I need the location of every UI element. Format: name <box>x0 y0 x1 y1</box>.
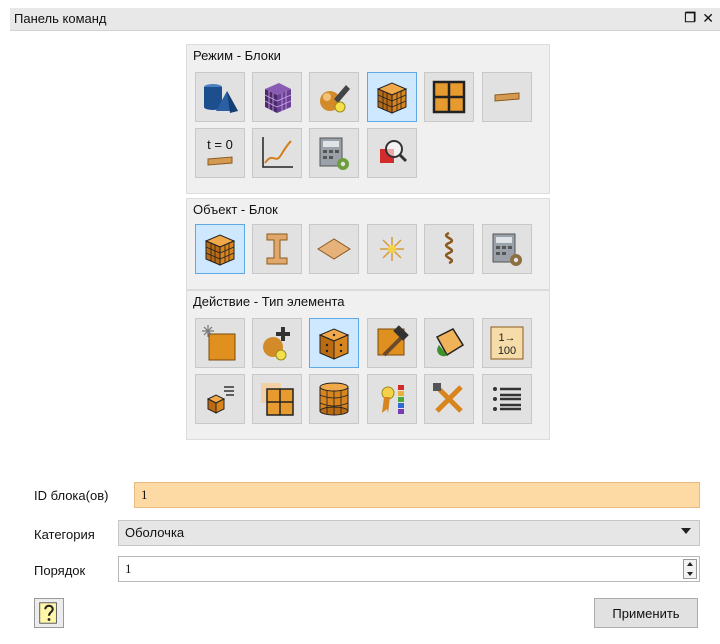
block-list-button[interactable] <box>195 374 245 424</box>
object-block-button[interactable] <box>195 224 245 274</box>
beam-section-button[interactable] <box>482 72 532 122</box>
order-value: 1 <box>125 561 132 576</box>
renumber-button[interactable]: 1→ 100 <box>482 318 532 368</box>
cylinder-button[interactable] <box>309 374 359 424</box>
spring-coil-icon <box>444 231 454 265</box>
panel-title: Панель команд <box>14 11 107 26</box>
curve-graph-icon <box>262 137 293 168</box>
geometry-primitives-button[interactable] <box>195 72 245 122</box>
order-stepper[interactable]: 1 <box>118 556 700 582</box>
tools-sphere-button[interactable] <box>309 72 359 122</box>
action-group-label: Действие - Тип элемента <box>193 294 345 309</box>
new-element-icon <box>202 325 236 361</box>
search-red-square-button[interactable] <box>367 128 417 178</box>
time-zero-button[interactable]: t = 0 <box>195 128 245 178</box>
calculator-gear-icon <box>319 137 349 170</box>
grid-layout-icon <box>432 80 466 114</box>
block-split-icon <box>261 383 294 416</box>
cylinder-icon <box>319 382 349 416</box>
mode-group: Режим - Блоки t = 0 <box>186 44 550 194</box>
search-red-square-icon <box>380 140 408 163</box>
ribbon-legend-icon <box>381 385 404 414</box>
hammer-button[interactable] <box>367 318 417 368</box>
crossed-tools-button[interactable] <box>424 374 474 424</box>
object-group-label: Объект - Блок <box>193 202 278 217</box>
close-icon[interactable]: ✕ <box>702 10 714 27</box>
grid-layout-button[interactable] <box>424 72 474 122</box>
help-button[interactable] <box>34 598 64 628</box>
help-question-icon <box>39 602 57 624</box>
mode-group-label: Режим - Блоки <box>193 48 281 63</box>
panel-titlebar: Панель команд ❐ ✕ <box>10 8 720 31</box>
category-select[interactable]: Оболочка <box>118 520 700 546</box>
node-star-icon <box>380 237 404 261</box>
i-beam-icon <box>266 233 288 265</box>
block-cube-icon <box>204 234 236 266</box>
calculator-gear-button[interactable] <box>309 128 359 178</box>
apply-button[interactable]: Применить <box>594 598 698 628</box>
block-cube-button[interactable] <box>367 72 417 122</box>
list-lines-icon <box>493 387 521 411</box>
add-element-button[interactable] <box>252 318 302 368</box>
block-list-icon <box>206 386 234 414</box>
category-label: Категория <box>34 527 95 542</box>
new-element-button[interactable] <box>195 318 245 368</box>
svg-text:t = 0: t = 0 <box>207 137 233 152</box>
add-element-icon <box>263 327 290 361</box>
time-zero-icon: t = 0 <box>207 137 233 166</box>
geometry-primitives-icon <box>204 84 238 113</box>
surface-diamond-icon <box>317 238 351 260</box>
curve-graph-button[interactable] <box>252 128 302 178</box>
hammer-icon <box>377 325 409 357</box>
mesh-cube-icon <box>264 83 292 113</box>
spring-coil-button[interactable] <box>424 224 474 274</box>
svg-text:1→: 1→ <box>498 332 515 344</box>
chevron-down-icon[interactable] <box>681 528 691 534</box>
mesh-cube-button[interactable] <box>252 72 302 122</box>
hex-element-icon <box>318 328 350 360</box>
calculator-gear-icon <box>492 233 522 266</box>
paint-bucket-button[interactable] <box>424 318 474 368</box>
spin-arrows-icon[interactable] <box>683 559 697 579</box>
float-window-icon[interactable]: ❐ <box>684 10 696 26</box>
beam-section-icon <box>494 92 520 102</box>
block-id-field[interactable]: 1 <box>134 482 700 508</box>
node-star-button[interactable] <box>367 224 417 274</box>
hex-element-button[interactable] <box>309 318 359 368</box>
list-lines-button[interactable] <box>482 374 532 424</box>
object-group: Объект - Блок <box>186 198 550 290</box>
category-value: Оболочка <box>125 525 185 540</box>
svg-text:100: 100 <box>498 345 516 357</box>
surface-diamond-button[interactable] <box>309 224 359 274</box>
crossed-tools-icon <box>433 383 463 413</box>
block-cube-icon <box>376 82 408 114</box>
paint-bucket-icon <box>435 328 465 357</box>
block-id-label: ID блока(ов) <box>34 488 109 503</box>
renumber-icon: 1→ 100 <box>490 326 524 360</box>
tools-sphere-icon <box>320 85 350 113</box>
ribbon-legend-button[interactable] <box>367 374 417 424</box>
object-calculator-gear-button[interactable] <box>482 224 532 274</box>
i-beam-button[interactable] <box>252 224 302 274</box>
action-group: Действие - Тип элемента 1→ 100 <box>186 290 550 440</box>
block-split-button[interactable] <box>252 374 302 424</box>
order-label: Порядок <box>34 563 86 578</box>
